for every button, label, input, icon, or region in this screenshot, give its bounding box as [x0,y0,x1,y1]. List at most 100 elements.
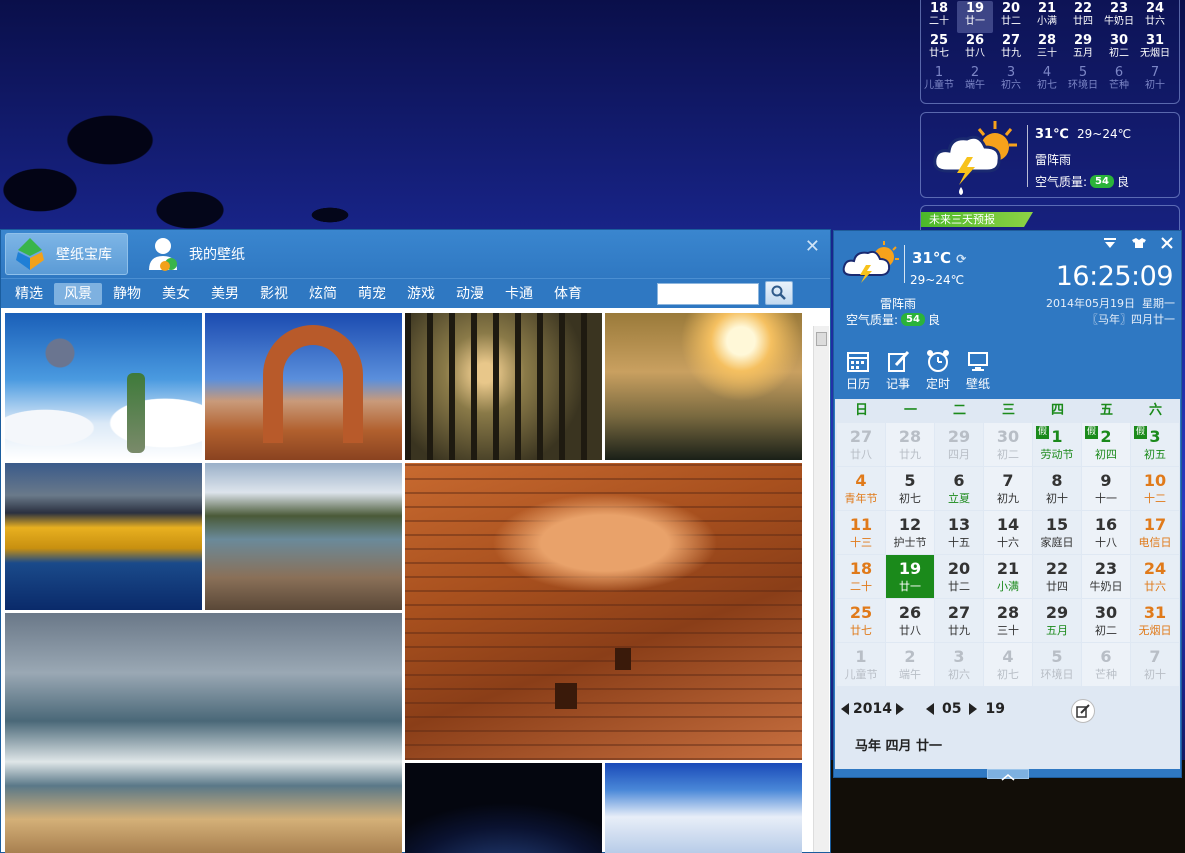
thumbnail-desert-arch[interactable] [205,313,402,460]
calendar-day[interactable]: 7 初十 [1131,643,1179,686]
calendar-day[interactable]: 1 儿童节 [837,643,885,686]
calendar-day[interactable]: 2 端午 [886,643,934,686]
calendar-day[interactable]: 11 十三 [837,511,885,554]
desktop-calendar-day[interactable]: 23 牛奶日 [1101,1,1137,33]
refresh-icon[interactable]: ⟳ [956,252,966,266]
calendar-day[interactable]: 17 电信日 [1131,511,1179,554]
category-tab[interactable]: 动漫 [446,283,494,305]
desktop-calendar-day[interactable]: 19 廿一 [957,1,993,33]
desktop-calendar-day[interactable]: 30 初二 [1101,33,1137,65]
calendar-day[interactable]: 29 四月 [935,423,983,466]
desktop-calendar-day[interactable]: 29 五月 [1065,33,1101,65]
desktop-calendar-day[interactable]: 22 廿四 [1065,1,1101,33]
thumbnail-floating-island[interactable] [5,313,202,460]
collapse-button[interactable] [987,769,1029,781]
prev-month-icon[interactable] [925,703,934,715]
category-tab[interactable]: 精选 [5,283,53,305]
calendar-day[interactable]: 4 初七 [984,643,1032,686]
close-icon[interactable] [1161,237,1173,249]
calendar-day[interactable]: 9 十一 [1082,467,1130,510]
tab-wallpaper-library[interactable]: 壁纸宝库 [5,233,128,275]
category-tab[interactable]: 卡通 [495,283,543,305]
calendar-day[interactable]: 13 十五 [935,511,983,554]
calendar-day[interactable]: 假 3 初五 [1131,423,1179,466]
calendar-day[interactable]: 22 廿四 [1033,555,1081,598]
desktop-calendar-day[interactable]: 2 端午 [957,65,993,97]
category-tab[interactable]: 风景 [54,282,102,305]
desktop-calendar-day[interactable]: 20 廿二 [993,1,1029,33]
calendar-day[interactable]: 假 2 初四 [1082,423,1130,466]
category-tab[interactable]: 炫简 [299,283,347,305]
calendar-day[interactable]: 10 十二 [1131,467,1179,510]
calendar-day[interactable]: 6 立夏 [935,467,983,510]
prev-year-icon[interactable] [841,703,849,715]
thumbnail-night-sky[interactable] [405,763,602,853]
thumbnail-ocean-beach[interactable] [5,613,402,853]
tab-my-wallpapers[interactable]: 我的壁纸 [139,233,259,275]
desktop-calendar-day[interactable]: 1 儿童节 [921,65,957,97]
next-year-icon[interactable] [895,703,904,715]
desktop-weather-widget[interactable]: 31℃ 29~24℃ 雷阵雨 空气质量: 54 良 [920,112,1180,198]
desktop-calendar-day[interactable]: 6 芒种 [1101,65,1137,97]
calendar-day[interactable]: 28 廿九 [886,423,934,466]
calendar-day[interactable]: 3 初六 [935,643,983,686]
desktop-calendar-day[interactable]: 5 环境日 [1065,65,1101,97]
category-tab[interactable]: 游戏 [397,283,445,305]
calendar-day[interactable]: 5 环境日 [1033,643,1081,686]
category-tab[interactable]: 体育 [544,283,592,305]
search-input[interactable] [657,283,759,305]
category-tab[interactable]: 影视 [250,283,298,305]
next-month-icon[interactable] [969,703,978,715]
category-tab[interactable]: 萌宠 [348,283,396,305]
calendar-day[interactable]: 31 无烟日 [1131,599,1179,642]
thumbnail-clouds-aerial[interactable] [605,763,802,853]
desktop-calendar-day[interactable]: 24 廿六 [1137,1,1173,33]
calendar-day[interactable]: 27 廿八 [837,423,885,466]
calendar-day[interactable]: 14 十六 [984,511,1032,554]
calendar-day[interactable]: 16 十八 [1082,511,1130,554]
calendar-day[interactable]: 12 护士节 [886,511,934,554]
desktop-calendar-day[interactable]: 3 初六 [993,65,1029,97]
calendar-day[interactable]: 28 三十 [984,599,1032,642]
category-tab[interactable]: 静物 [103,283,151,305]
desktop-calendar-day[interactable]: 27 廿九 [993,33,1029,65]
calendar-day[interactable]: 8 初十 [1033,467,1081,510]
scrollbar-thumb[interactable] [816,332,827,346]
thumbnail-canyon-ruins[interactable] [405,463,802,760]
desktop-calendar-day[interactable]: 18 二十 [921,1,957,33]
calendar-day[interactable]: 20 廿二 [935,555,983,598]
tool-calendar[interactable]: 日历 [838,349,878,392]
calendar-day[interactable]: 6 芒种 [1082,643,1130,686]
calendar-day[interactable]: 7 初九 [984,467,1032,510]
calendar-day[interactable]: 18 二十 [837,555,885,598]
calendar-day[interactable]: 21 小满 [984,555,1032,598]
calendar-day[interactable]: 24 廿六 [1131,555,1179,598]
dropdown-icon[interactable] [1103,237,1117,249]
tool-timer[interactable]: 定时 [918,349,958,392]
calendar-day[interactable]: 4 青年节 [837,467,885,510]
desktop-calendar-day[interactable]: 28 三十 [1029,33,1065,65]
calendar-day[interactable]: 19 廿一 [886,555,934,598]
tool-wallpaper[interactable]: 壁纸 [958,349,998,392]
calendar-day[interactable]: 25 廿七 [837,599,885,642]
scrollbar[interactable] [813,326,829,852]
calendar-day[interactable]: 假 1 劳动节 [1033,423,1081,466]
thumbnail-mountain-river[interactable] [205,463,402,610]
calendar-day[interactable]: 26 廿八 [886,599,934,642]
desktop-calendar-day[interactable]: 21 小满 [1029,1,1065,33]
calendar-day[interactable]: 23 牛奶日 [1082,555,1130,598]
calendar-day[interactable]: 27 廿九 [935,599,983,642]
calendar-day[interactable]: 29 五月 [1033,599,1081,642]
thumbnail-autumn-lake[interactable] [5,463,202,610]
thumbnail-sunset-mist[interactable] [605,313,802,460]
desktop-calendar-day[interactable]: 31 无烟日 [1137,33,1173,65]
category-tab[interactable]: 美女 [152,283,200,305]
calendar-day[interactable]: 15 家庭日 [1033,511,1081,554]
calendar-day[interactable]: 5 初七 [886,467,934,510]
desktop-calendar-day[interactable]: 26 廿八 [957,33,993,65]
tool-notes[interactable]: 记事 [878,349,918,392]
desktop-calendar-day[interactable]: 4 初七 [1029,65,1065,97]
close-icon[interactable]: ✕ [805,236,820,257]
forecast-tab[interactable]: 未来三天预报 [921,212,1033,227]
thumbnail-misty-forest[interactable] [405,313,602,460]
